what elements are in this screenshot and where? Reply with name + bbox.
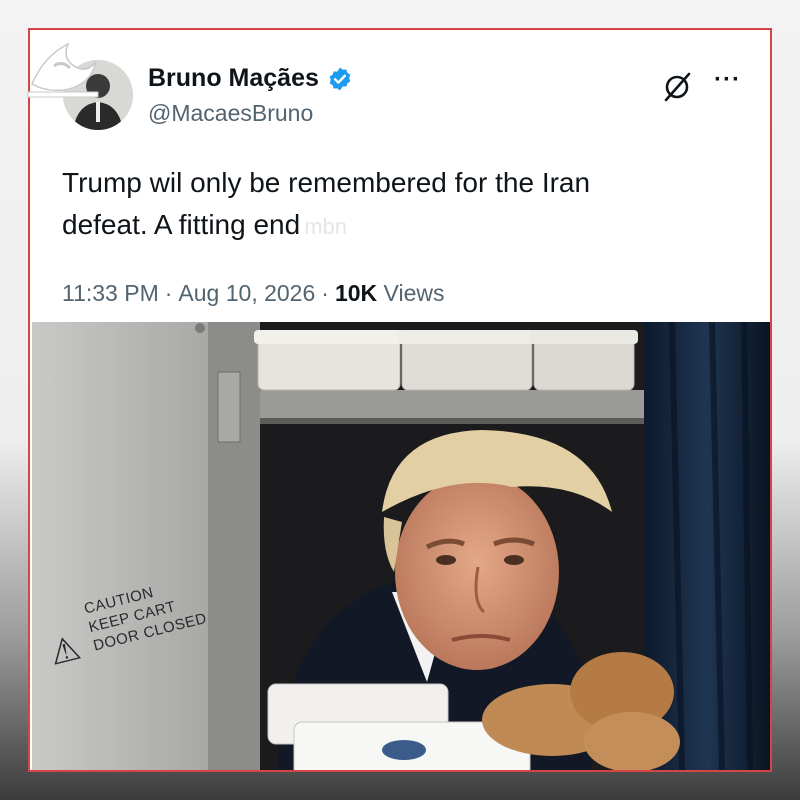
tweet-text: Trump wil only be remembered for the Ira… bbox=[62, 162, 742, 248]
tweet-date[interactable]: Aug 10, 2026 bbox=[178, 280, 315, 307]
tweet-card: Bruno Maçães @MacaesBruno ··· Trump wil … bbox=[28, 28, 772, 772]
grok-icon[interactable] bbox=[660, 70, 694, 104]
channel-logo bbox=[27, 42, 99, 98]
display-name[interactable]: Bruno Maçães bbox=[148, 64, 319, 93]
meta-separator: · bbox=[164, 280, 173, 306]
more-options-icon[interactable]: ··· bbox=[714, 66, 741, 94]
tweet-meta: 11:33 PM · Aug 10, 2026 · 10K Views bbox=[62, 280, 444, 307]
tweet-text-line-1: Trump wil only be remembered for the Ira… bbox=[62, 167, 591, 198]
views-label: Views bbox=[383, 280, 445, 306]
tweet-photo[interactable]: ⚠ CAUTION KEEP CART DOOR CLOSED bbox=[32, 322, 770, 770]
tweet-text-line-2: defeat. A fitting end bbox=[62, 209, 301, 240]
tweet-time[interactable]: 11:33 PM bbox=[62, 280, 159, 307]
verified-badge-icon bbox=[329, 67, 351, 90]
views-count: 10K bbox=[334, 280, 378, 306]
user-handle[interactable]: @MacaesBruno bbox=[148, 100, 313, 127]
meta-separator: · bbox=[321, 280, 329, 306]
watermark-text: mbn bbox=[304, 214, 347, 239]
